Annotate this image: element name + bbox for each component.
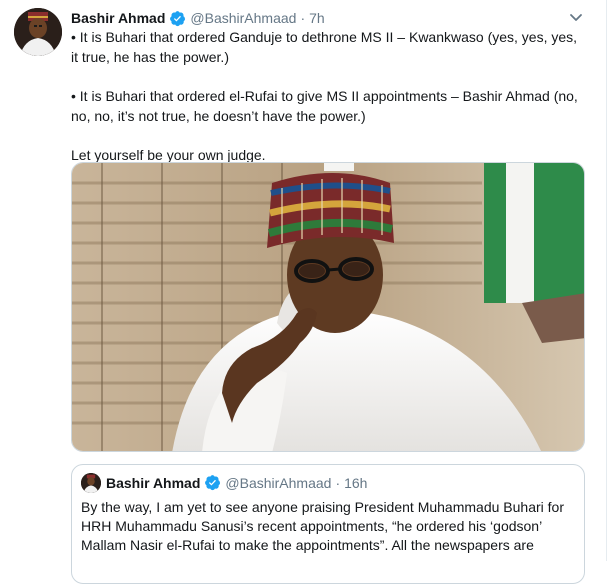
tweet-paragraph-2: • It is Buhari that ordered el-Rufai to … [71, 88, 578, 124]
avatar[interactable] [14, 8, 62, 56]
quoted-avatar-image [81, 473, 101, 493]
photo-image [72, 163, 584, 451]
tweet-header: Bashir Ahmad @BashirAhmaad · 7h [71, 9, 325, 27]
quoted-author-name: Bashir Ahmad [106, 474, 201, 491]
quoted-author-handle: @BashirAhmaad [225, 474, 332, 491]
chevron-down-icon[interactable] [568, 9, 584, 25]
verified-badge-icon [204, 474, 221, 491]
avatar-image [14, 8, 62, 56]
timestamp[interactable]: 7h [309, 10, 325, 26]
quoted-avatar[interactable] [81, 473, 101, 493]
author-handle[interactable]: @BashirAhmaad [190, 10, 296, 26]
separator-dot: · [300, 10, 306, 26]
verified-badge-icon [169, 10, 186, 27]
separator-dot: · [335, 474, 341, 491]
quoted-header: Bashir Ahmad @BashirAhmaad · 16h [106, 474, 367, 491]
tweet-paragraph-1: • It is Buhari that ordered Ganduje to d… [71, 29, 578, 65]
tweet-photo[interactable] [71, 162, 585, 452]
quoted-text: By the way, I am yet to see anyone prais… [81, 499, 564, 553]
author-name[interactable]: Bashir Ahmad [71, 10, 165, 26]
tweet-text: • It is Buhari that ordered Ganduje to d… [71, 27, 586, 165]
quoted-tweet[interactable]: Bashir Ahmad @BashirAhmaad · 16h By the … [71, 464, 585, 584]
quoted-timestamp: 16h [344, 474, 368, 491]
tweet[interactable]: Bashir Ahmad @BashirAhmaad · 7h • It is … [0, 0, 607, 584]
